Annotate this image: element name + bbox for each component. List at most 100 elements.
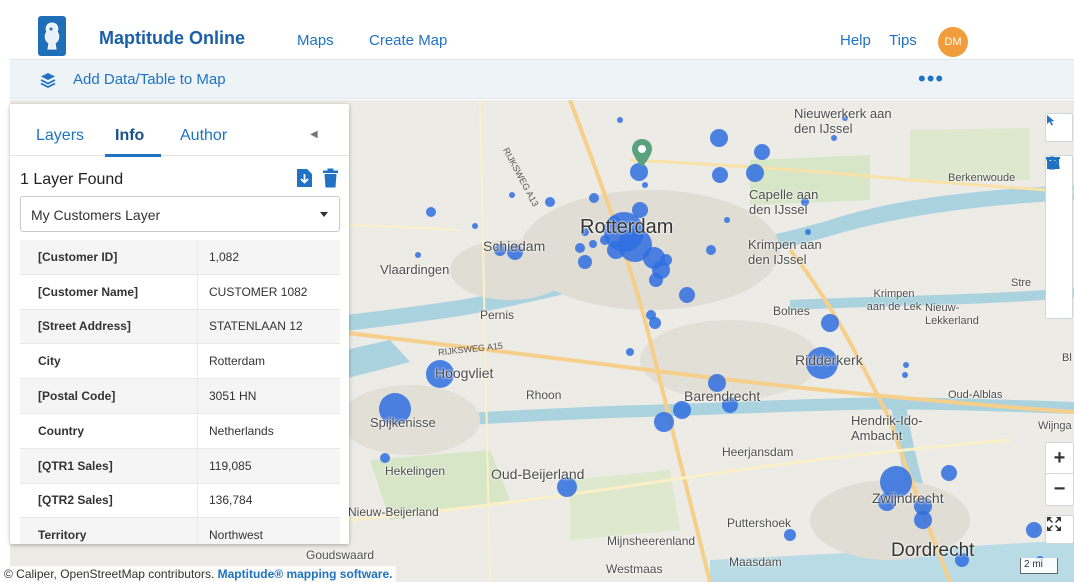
field-name: [Postal Code] — [20, 379, 198, 413]
place-label-pernis: Pernis — [480, 308, 515, 322]
place-label-capelle-aan-den-ijssel: Capelle aan den IJssel — [749, 187, 819, 217]
place-label-krimpen-aan-de-lek: Krimpen aan de Lek — [866, 288, 922, 313]
customer-bubble[interactable] — [472, 223, 478, 229]
circle-select-icon[interactable] — [1046, 157, 1072, 210]
customer-bubble[interactable] — [509, 192, 515, 198]
rectangle-select-icon[interactable] — [1046, 157, 1072, 237]
nav-link-tips[interactable]: Tips — [889, 32, 917, 49]
place-label-bl: Bl — [1062, 352, 1072, 364]
maptitude-logo-icon[interactable] — [38, 16, 66, 56]
clear-selection-icon[interactable] — [1046, 158, 1072, 291]
customer-bubble[interactable] — [902, 372, 908, 378]
customer-bubble[interactable] — [589, 240, 597, 248]
location-pin-icon[interactable] — [631, 138, 653, 168]
customer-bubble[interactable] — [903, 362, 909, 368]
customer-bubble[interactable] — [754, 144, 770, 160]
customer-bubble[interactable] — [649, 317, 661, 329]
place-label-hendrik-ido-ambacht: Hendrik-Ido-Ambacht — [851, 413, 923, 443]
customer-bubble[interactable] — [710, 129, 728, 147]
customer-bubble[interactable] — [724, 217, 730, 223]
draw-tool-group — [1045, 155, 1073, 319]
pointer-select-icon[interactable] — [1046, 114, 1072, 141]
brand-title[interactable]: Maptitude Online — [99, 28, 245, 49]
table-row: Territory Northwest — [20, 518, 340, 544]
place-label-rotterdam: Rotterdam — [580, 216, 674, 238]
select-tool-group — [1045, 113, 1073, 142]
customer-bubble[interactable] — [1026, 522, 1042, 538]
info-table: [Customer ID] 1,082 [Customer Name] CUSTOME… — [20, 240, 340, 544]
table-row: [Street Address] STATENLAAN 12 — [20, 309, 340, 345]
customer-bubble[interactable] — [626, 348, 634, 356]
fullscreen-button[interactable] — [1045, 515, 1074, 544]
layer-select-dropdown[interactable]: My Customers Layer — [20, 196, 340, 232]
tab-author[interactable]: Author — [180, 127, 227, 145]
customer-bubble[interactable] — [679, 287, 695, 303]
panel-tabs: Layers Info Author ◀ — [10, 104, 349, 157]
table-row: [QTR1 Sales] 119,085 — [20, 448, 340, 484]
field-value: Northwest — [209, 528, 264, 543]
customer-bubble[interactable] — [654, 412, 674, 432]
customer-bubble[interactable] — [575, 243, 585, 253]
place-label-heerjansdam: Heerjansdam — [722, 445, 794, 459]
place-label-mijnsheerenland: Mijnsheerenland — [607, 534, 696, 548]
zoom-in-button[interactable]: + — [1046, 443, 1073, 474]
layers-found-count: 1 Layer Found — [20, 171, 124, 188]
customer-bubble[interactable] — [617, 117, 623, 123]
place-label-krimpen-aan-den-ijssel: Krimpen aan den IJssel — [748, 237, 822, 267]
customer-bubble[interactable] — [746, 164, 764, 182]
attribution-link[interactable]: Maptitude® mapping software. — [218, 567, 393, 581]
user-avatar[interactable]: DM — [938, 27, 968, 57]
polygon-select-icon[interactable] — [1046, 157, 1072, 264]
zoom-out-button[interactable]: − — [1046, 474, 1073, 505]
layers-stack-icon[interactable] — [40, 72, 56, 88]
customer-bubble[interactable] — [706, 245, 716, 255]
trash-icon[interactable] — [322, 168, 339, 188]
field-value: 1,082 — [209, 249, 240, 264]
customer-bubble[interactable] — [607, 241, 625, 259]
download-icon[interactable] — [296, 168, 313, 188]
delete-drawing-icon[interactable] — [1046, 156, 1072, 318]
info-panel: Layers Info Author ◀ 1 Layer Found My Cu… — [10, 104, 349, 544]
place-label-spijkenisse: Spijkenisse — [370, 415, 436, 430]
table-row: [Customer ID] 1,082 — [20, 240, 340, 275]
map-attribution: © Caliper, OpenStreetMap contributors. M… — [0, 566, 397, 582]
table-row: [Postal Code] 3051 HN — [20, 379, 340, 414]
customer-bubble[interactable] — [914, 511, 932, 529]
customer-bubble[interactable] — [545, 197, 555, 207]
table-row: [QTR2 Sales] 136,784 — [20, 483, 340, 519]
customer-bubble[interactable] — [660, 254, 672, 266]
customer-bubble[interactable] — [426, 207, 436, 217]
field-name: Territory — [20, 518, 198, 544]
place-label-bolnes: Bolnes — [773, 304, 810, 318]
customer-bubble[interactable] — [589, 193, 599, 203]
nav-link-create-map[interactable]: Create Map — [369, 32, 447, 49]
customer-bubble[interactable] — [805, 229, 811, 235]
customer-bubble[interactable] — [821, 314, 839, 332]
field-value: 136,784 — [209, 493, 253, 508]
collapse-panel-icon[interactable]: ◀ — [310, 129, 318, 140]
table-row: City Rotterdam — [20, 344, 340, 380]
tab-info[interactable]: Info — [115, 127, 144, 145]
customer-bubble[interactable] — [941, 465, 957, 481]
place-label-schiedam: Schiedam — [483, 238, 546, 254]
nav-link-maps[interactable]: Maps — [297, 32, 334, 49]
tab-layers[interactable]: Layers — [36, 127, 84, 145]
more-options-button[interactable]: ••• — [918, 66, 944, 92]
layer-select-value: My Customers Layer — [31, 207, 161, 223]
nav-link-help[interactable]: Help — [840, 32, 871, 49]
field-value: CUSTOMER 1082 — [209, 284, 308, 299]
customer-bubble[interactable] — [712, 167, 728, 183]
customer-bubble[interactable] — [380, 453, 390, 463]
field-value: Netherlands — [209, 423, 274, 438]
field-name: Country — [20, 413, 198, 448]
customer-bubble[interactable] — [415, 252, 421, 258]
customer-bubble[interactable] — [578, 255, 592, 269]
customer-bubble[interactable] — [784, 529, 796, 541]
place-label-hekelingen: Hekelingen — [385, 464, 446, 478]
top-navbar: Maptitude Online Maps Create Map Help Ti… — [0, 0, 1074, 58]
customer-bubble[interactable] — [649, 273, 663, 287]
customer-bubble[interactable] — [642, 182, 648, 188]
place-label-ridderkerk: Ridderkerk — [795, 352, 863, 368]
add-data-button[interactable]: Add Data/Table to Map — [73, 71, 226, 88]
table-row: Country Netherlands — [20, 413, 340, 449]
